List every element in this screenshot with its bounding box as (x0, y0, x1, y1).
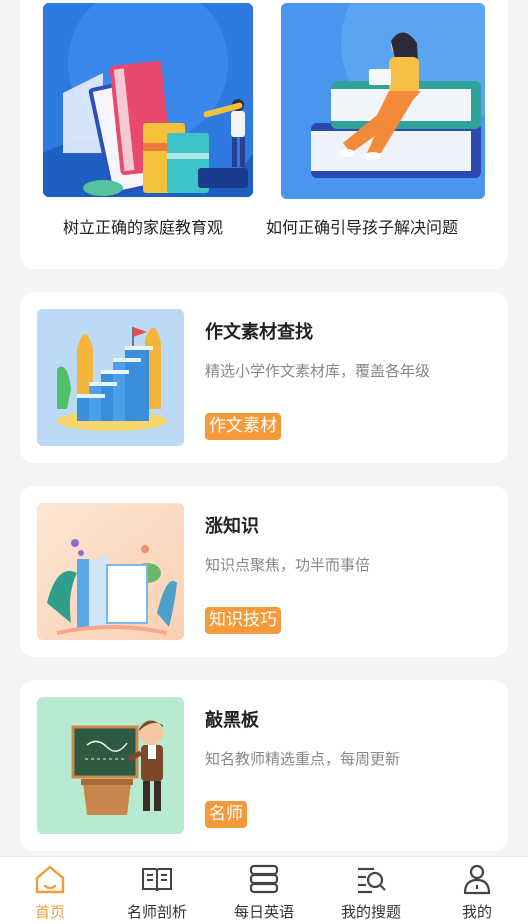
reading-girl-illustration (281, 3, 485, 199)
bottom-tab-bar: 首页 名师剖析 每日英语 我的搜题 我的 (0, 856, 528, 924)
tab-label: 我的 (461, 903, 492, 921)
home-icon (35, 865, 65, 894)
tab-home[interactable]: 首页 (0, 857, 103, 924)
card-tag[interactable]: 知识技巧 (205, 607, 281, 634)
card-description: 精选小学作文素材库，覆盖各年级 (205, 362, 431, 380)
featured-articles-card: 树立正确的家庭教育观 如何正确引导孩子解决问题 (20, 0, 508, 269)
open-book-illustration (37, 503, 184, 640)
card-title: 作文素材查找 (205, 322, 313, 343)
tab-teacher-analysis[interactable]: 名师剖析 (104, 857, 210, 924)
card-tag[interactable]: 名师 (205, 801, 247, 828)
tab-label: 名师剖析 (126, 903, 187, 921)
card-title: 敲黑板 (205, 710, 259, 731)
tab-label: 我的搜题 (340, 903, 401, 921)
card-composition-material[interactable]: 作文素材查找 精选小学作文素材库，覆盖各年级 作文素材 (20, 292, 508, 463)
card-thumbnail-stairs (37, 309, 184, 446)
feature-title-problem-solving[interactable]: 如何正确引导孩子解决问题 (266, 214, 458, 238)
book-icon (142, 868, 172, 892)
feature-image-family-education[interactable] (43, 3, 253, 197)
user-icon (463, 864, 491, 895)
tab-label: 首页 (34, 903, 65, 921)
tab-my-search[interactable]: 我的搜题 (318, 857, 424, 924)
stairs-illustration (37, 309, 184, 446)
search-list-icon (358, 867, 386, 894)
tab-label: 每日英语 (233, 903, 294, 921)
card-tag[interactable]: 作文素材 (205, 413, 281, 440)
tab-mine[interactable]: 我的 (424, 857, 528, 924)
card-title: 涨知识 (205, 516, 259, 537)
card-knowledge[interactable]: 涨知识 知识点聚焦，功半而事倍 知识技巧 (20, 486, 508, 657)
feature-image-problem-solving[interactable] (281, 3, 485, 199)
card-description: 知名教师精选重点，每周更新 (205, 750, 401, 768)
books-illustration (43, 3, 253, 197)
stack-icon (249, 864, 279, 894)
feature-title-family-education[interactable]: 树立正确的家庭教育观 (63, 214, 223, 238)
teacher-illustration (37, 697, 184, 834)
card-blackboard[interactable]: 敲黑板 知名教师精选重点，每周更新 名师 (20, 680, 508, 851)
card-description: 知识点聚焦，功半而事倍 (205, 556, 371, 574)
tab-daily-english[interactable]: 每日英语 (211, 857, 317, 924)
card-thumbnail-teacher (37, 697, 184, 834)
card-thumbnail-open-book (37, 503, 184, 640)
